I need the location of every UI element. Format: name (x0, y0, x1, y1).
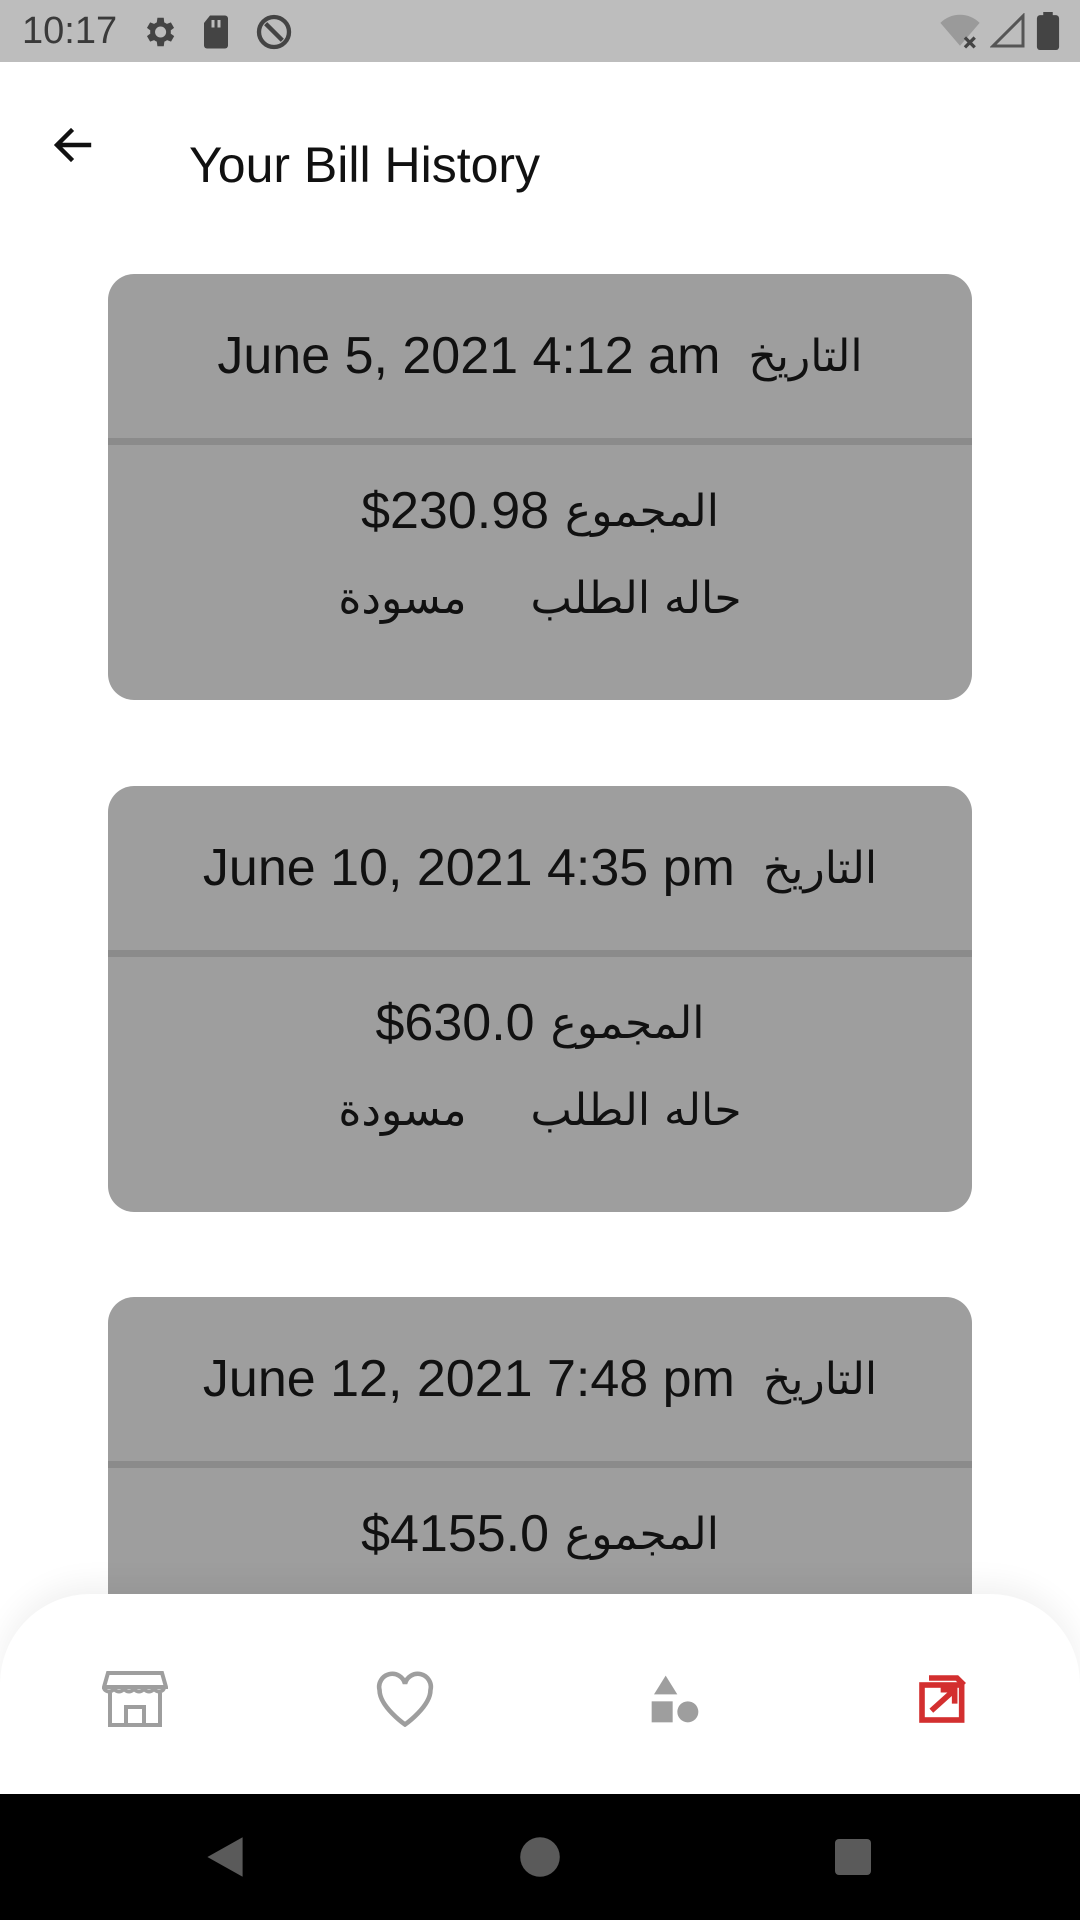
nav-item-categories[interactable] (640, 1664, 710, 1734)
bill-date: June 10, 2021 4:35 pm (202, 839, 735, 897)
bill-status-value: مسودة (338, 573, 467, 624)
store-icon (102, 1669, 168, 1729)
bill-date: June 12, 2021 7:48 pm (202, 1350, 735, 1408)
signal-icon (990, 13, 1026, 49)
bill-card[interactable]: June 10, 2021 4:35 pm التاريخ $630.0 الم… (108, 786, 972, 1212)
bill-total-row: $230.98 المجموع (108, 481, 972, 541)
back-button[interactable] (38, 110, 108, 180)
page-title: Your Bill History (189, 137, 541, 193)
bill-status-row: مسودة حاله الطلب (108, 1085, 972, 1136)
bill-date: June 5, 2021 4:12 am (217, 327, 721, 385)
home-circle-icon (518, 1835, 562, 1879)
wifi-off-icon (940, 13, 980, 49)
nav-item-store[interactable] (100, 1664, 170, 1734)
bill-card[interactable]: June 5, 2021 4:12 am التاريخ $230.98 الم… (108, 274, 972, 700)
gear-icon (140, 13, 178, 51)
bill-total: $4155.0 (361, 1505, 550, 1563)
bill-total: $630.0 (375, 994, 535, 1052)
bottom-nav (0, 1594, 1080, 1794)
bill-total: $230.98 (361, 482, 550, 540)
status-bar: 10:17 (0, 0, 1080, 62)
card-header: June 12, 2021 7:48 pm التاريخ (108, 1297, 972, 1468)
system-recents-button[interactable] (828, 1832, 878, 1882)
nav-item-favorites[interactable] (370, 1664, 440, 1734)
bill-date-label: التاريخ (762, 842, 878, 894)
bill-status-value: مسودة (338, 1085, 467, 1136)
nav-item-bill-history[interactable] (908, 1664, 978, 1734)
sd-card-icon (200, 14, 232, 50)
bill-status-row: مسودة حاله الطلب (108, 573, 972, 624)
arrow-left-icon (49, 121, 97, 169)
system-home-button[interactable] (515, 1832, 565, 1882)
card-header: June 10, 2021 4:35 pm التاريخ (108, 786, 972, 957)
bill-status-label: حاله الطلب (530, 573, 742, 624)
system-back-button[interactable] (200, 1832, 250, 1882)
system-nav-bar (0, 1794, 1080, 1920)
bill-total-label: المجموع (565, 485, 719, 537)
back-triangle-icon (203, 1835, 247, 1879)
bill-date-label: التاريخ (762, 1353, 878, 1405)
status-time: 10:17 (22, 10, 118, 52)
card-header: June 5, 2021 4:12 am التاريخ (108, 274, 972, 445)
app-bar: Your Bill History (0, 62, 1080, 262)
no-sync-icon (254, 12, 294, 52)
bill-date-label: التاريخ (748, 330, 863, 382)
battery-icon (1036, 12, 1060, 50)
bill-status-label: حاله الطلب (530, 1085, 742, 1136)
bill-total-row: $630.0 المجموع (108, 993, 972, 1053)
bill-total-label: المجموع (550, 997, 705, 1049)
heart-icon (374, 1671, 436, 1727)
bill-total-label: المجموع (565, 1508, 719, 1560)
bill-history-icon (915, 1671, 971, 1727)
shapes-icon (647, 1671, 703, 1727)
bill-total-row: $4155.0 المجموع (108, 1504, 972, 1564)
recents-square-icon (833, 1837, 873, 1877)
